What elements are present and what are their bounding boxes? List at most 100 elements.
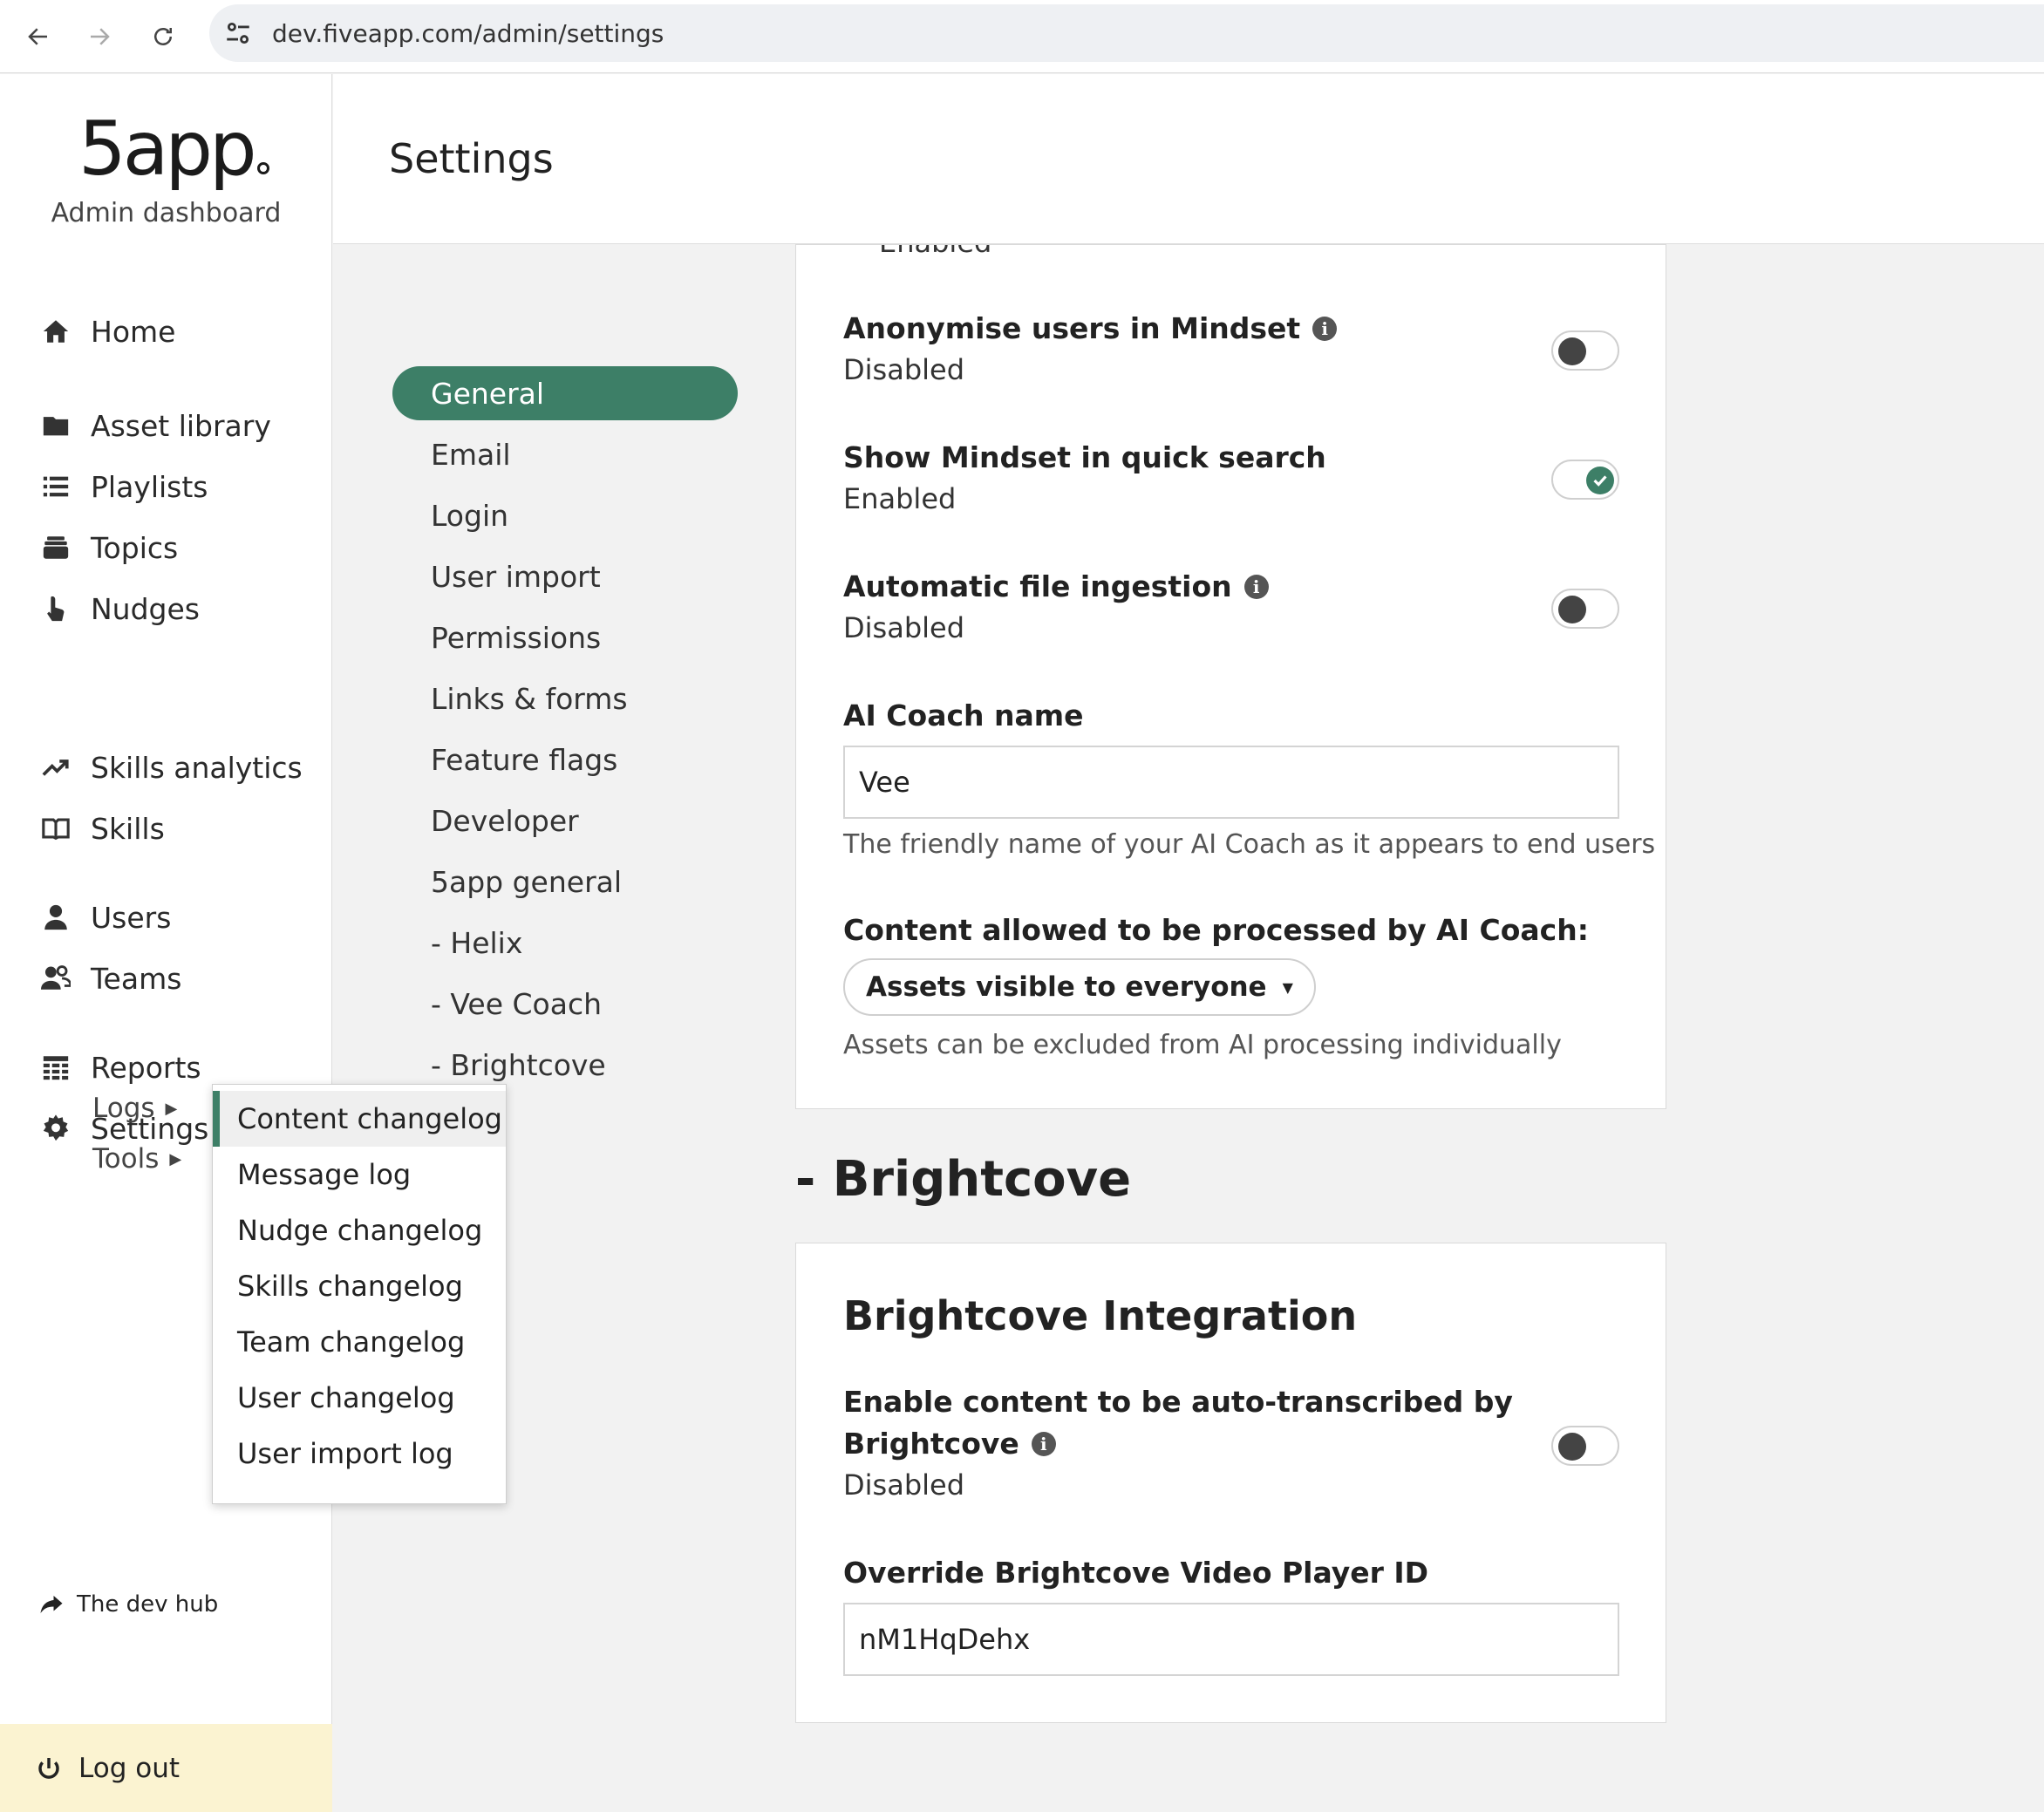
info-icon[interactable]: i bbox=[1031, 1431, 1056, 1456]
site-settings-icon[interactable] bbox=[223, 18, 253, 48]
sidebar-item-label: Asset library bbox=[91, 408, 271, 443]
player-id-input[interactable] bbox=[843, 1603, 1619, 1676]
setting-title-transcribe-line2: Brightcove i bbox=[843, 1427, 1056, 1461]
settings-nav-user-import[interactable]: User import bbox=[392, 549, 738, 603]
coach-name-help: The friendly name of your AI Coach as it… bbox=[843, 829, 1656, 860]
sidebar-item-label: Nudges bbox=[91, 591, 200, 626]
caret-down-icon: ▼ bbox=[1282, 978, 1293, 996]
sidebar-item-users[interactable]: Users bbox=[38, 896, 171, 939]
sidebar-subitem-label: Tools bbox=[92, 1143, 160, 1175]
logs-flyout-menu: Content changelog Message log Nudge chan… bbox=[212, 1084, 507, 1504]
setting-status-quick-search: Enabled bbox=[843, 482, 957, 515]
check-icon bbox=[1586, 467, 1614, 494]
settings-nav-5app-general[interactable]: 5app general bbox=[392, 855, 738, 909]
logout-button[interactable]: Log out bbox=[0, 1724, 332, 1812]
settings-nav-links-forms[interactable]: Links & forms bbox=[392, 671, 738, 725]
sidebar-item-teams[interactable]: Teams bbox=[38, 957, 181, 1000]
share-arrow-icon bbox=[40, 1596, 63, 1613]
logo[interactable]: 5app bbox=[78, 106, 269, 193]
list-icon bbox=[38, 469, 73, 504]
sidebar-item-skills-analytics[interactable]: Skills analytics bbox=[38, 746, 303, 789]
flyout-item-content-changelog[interactable]: Content changelog bbox=[213, 1091, 506, 1147]
settings-nav-developer[interactable]: Developer bbox=[392, 794, 738, 848]
setting-title-transcribe-line1: Enable content to be auto-transcribed by bbox=[843, 1385, 1513, 1419]
setting-status-transcribe: Disabled bbox=[843, 1468, 965, 1502]
setting-title-anonymise: Anonymise users in Mindset i bbox=[843, 311, 1338, 345]
sidebar-item-asset-library[interactable]: Asset library bbox=[38, 404, 271, 447]
settings-nav-general[interactable]: General bbox=[392, 366, 738, 420]
page-header: Settings bbox=[333, 74, 2044, 244]
flyout-item-user-import-log[interactable]: User import log bbox=[213, 1426, 506, 1482]
sidebar-item-nudges[interactable]: Nudges bbox=[38, 587, 200, 630]
sidebar-item-home[interactable]: Home bbox=[38, 310, 175, 353]
sidebar-item-reports[interactable]: Reports bbox=[38, 1046, 201, 1089]
power-icon bbox=[38, 1757, 59, 1779]
flyout-item-user-changelog[interactable]: User changelog bbox=[213, 1370, 506, 1426]
content-allowed-help: Assets can be excluded from AI processin… bbox=[843, 1030, 1562, 1060]
sidebar-item-label: Users bbox=[91, 900, 172, 935]
player-id-label: Override Brightcove Video Player ID bbox=[843, 1556, 1429, 1590]
caret-right-icon: ▶ bbox=[169, 1149, 182, 1168]
toggle-file-ingestion[interactable] bbox=[1551, 589, 1619, 629]
user-icon bbox=[38, 900, 73, 935]
sidebar-subitem-tools[interactable]: Tools ▶ bbox=[92, 1143, 181, 1175]
sidebar-subitem-logs[interactable]: Logs ▶ bbox=[92, 1093, 177, 1124]
toggle-knob bbox=[1558, 337, 1586, 365]
forward-icon[interactable] bbox=[78, 16, 120, 58]
toggle-anonymise[interactable] bbox=[1551, 330, 1619, 371]
coach-name-input[interactable] bbox=[843, 746, 1619, 819]
cut-off-row: Enabled bbox=[796, 245, 1666, 262]
settings-nav-vee-coach[interactable]: - Vee Coach bbox=[392, 977, 738, 1031]
sidebar-item-label: Playlists bbox=[91, 469, 208, 504]
sidebar-item-topics[interactable]: Topics bbox=[38, 526, 178, 569]
setting-title-file-ingestion: Automatic file ingestion i bbox=[843, 569, 1269, 603]
setting-status-file-ingestion: Disabled bbox=[843, 611, 965, 644]
sidebar-item-label: Skills bbox=[91, 811, 165, 846]
home-icon bbox=[38, 314, 73, 349]
settings-nav-feature-flags[interactable]: Feature flags bbox=[392, 732, 738, 787]
content-allowed-value: Assets visible to everyone bbox=[866, 971, 1267, 1003]
vee-coach-card: Enabled Anonymise users in Mindseti Disa… bbox=[795, 244, 1666, 1109]
dev-hub-link[interactable]: The dev hub bbox=[38, 1591, 218, 1618]
back-icon[interactable] bbox=[17, 16, 59, 58]
settings-nav-login[interactable]: Login bbox=[392, 488, 738, 542]
table-icon bbox=[38, 1050, 73, 1085]
section-heading-brightcove: - Brightcove bbox=[795, 1151, 1132, 1208]
address-bar[interactable]: dev.fiveapp.com/admin/settings bbox=[209, 4, 2044, 62]
trend-icon bbox=[38, 750, 73, 785]
toggle-transcribe[interactable] bbox=[1551, 1426, 1619, 1466]
sidebar-item-label: Skills analytics bbox=[91, 750, 303, 785]
info-icon[interactable]: i bbox=[1243, 574, 1269, 599]
logout-label: Log out bbox=[78, 1752, 180, 1784]
sidebar-subitem-label: Logs bbox=[92, 1093, 155, 1124]
sidebar-item-skills[interactable]: Skills bbox=[38, 807, 165, 850]
toggle-knob bbox=[1558, 596, 1586, 623]
admin-dashboard-label: Admin dashboard bbox=[51, 198, 282, 228]
page-title: Settings bbox=[389, 135, 554, 182]
nudges-icon bbox=[38, 591, 73, 626]
url-text: dev.fiveapp.com/admin/settings bbox=[272, 18, 664, 48]
gear-icon bbox=[38, 1111, 73, 1146]
flyout-item-team-changelog[interactable]: Team changelog bbox=[213, 1314, 506, 1370]
book-icon bbox=[38, 811, 73, 846]
settings-nav-permissions[interactable]: Permissions bbox=[392, 610, 738, 664]
toggle-quick-search[interactable] bbox=[1551, 460, 1619, 500]
content-allowed-select[interactable]: Assets visible to everyone ▼ bbox=[843, 958, 1316, 1016]
flyout-item-message-log[interactable]: Message log bbox=[213, 1147, 506, 1202]
settings-nav-helix[interactable]: - Helix bbox=[392, 916, 738, 970]
reload-icon[interactable] bbox=[142, 16, 184, 58]
flyout-item-nudge-changelog[interactable]: Nudge changelog bbox=[213, 1202, 506, 1258]
topics-icon bbox=[38, 530, 73, 565]
sidebar: 5app Admin dashboard Home Asset library … bbox=[0, 74, 332, 1812]
content-allowed-label: Content allowed to be processed by AI Co… bbox=[843, 913, 1589, 947]
sidebar-item-playlists[interactable]: Playlists bbox=[38, 465, 208, 508]
folder-icon bbox=[38, 408, 73, 443]
setting-title-quick-search: Show Mindset in quick search bbox=[843, 440, 1326, 474]
sidebar-item-label: Reports bbox=[91, 1050, 201, 1085]
cut-off-status: Enabled bbox=[879, 245, 991, 259]
flyout-item-skills-changelog[interactable]: Skills changelog bbox=[213, 1258, 506, 1314]
caret-right-icon: ▶ bbox=[165, 1099, 178, 1118]
coach-name-label: AI Coach name bbox=[843, 698, 1084, 732]
info-icon[interactable]: i bbox=[1312, 316, 1338, 341]
settings-nav-email[interactable]: Email bbox=[392, 427, 738, 481]
